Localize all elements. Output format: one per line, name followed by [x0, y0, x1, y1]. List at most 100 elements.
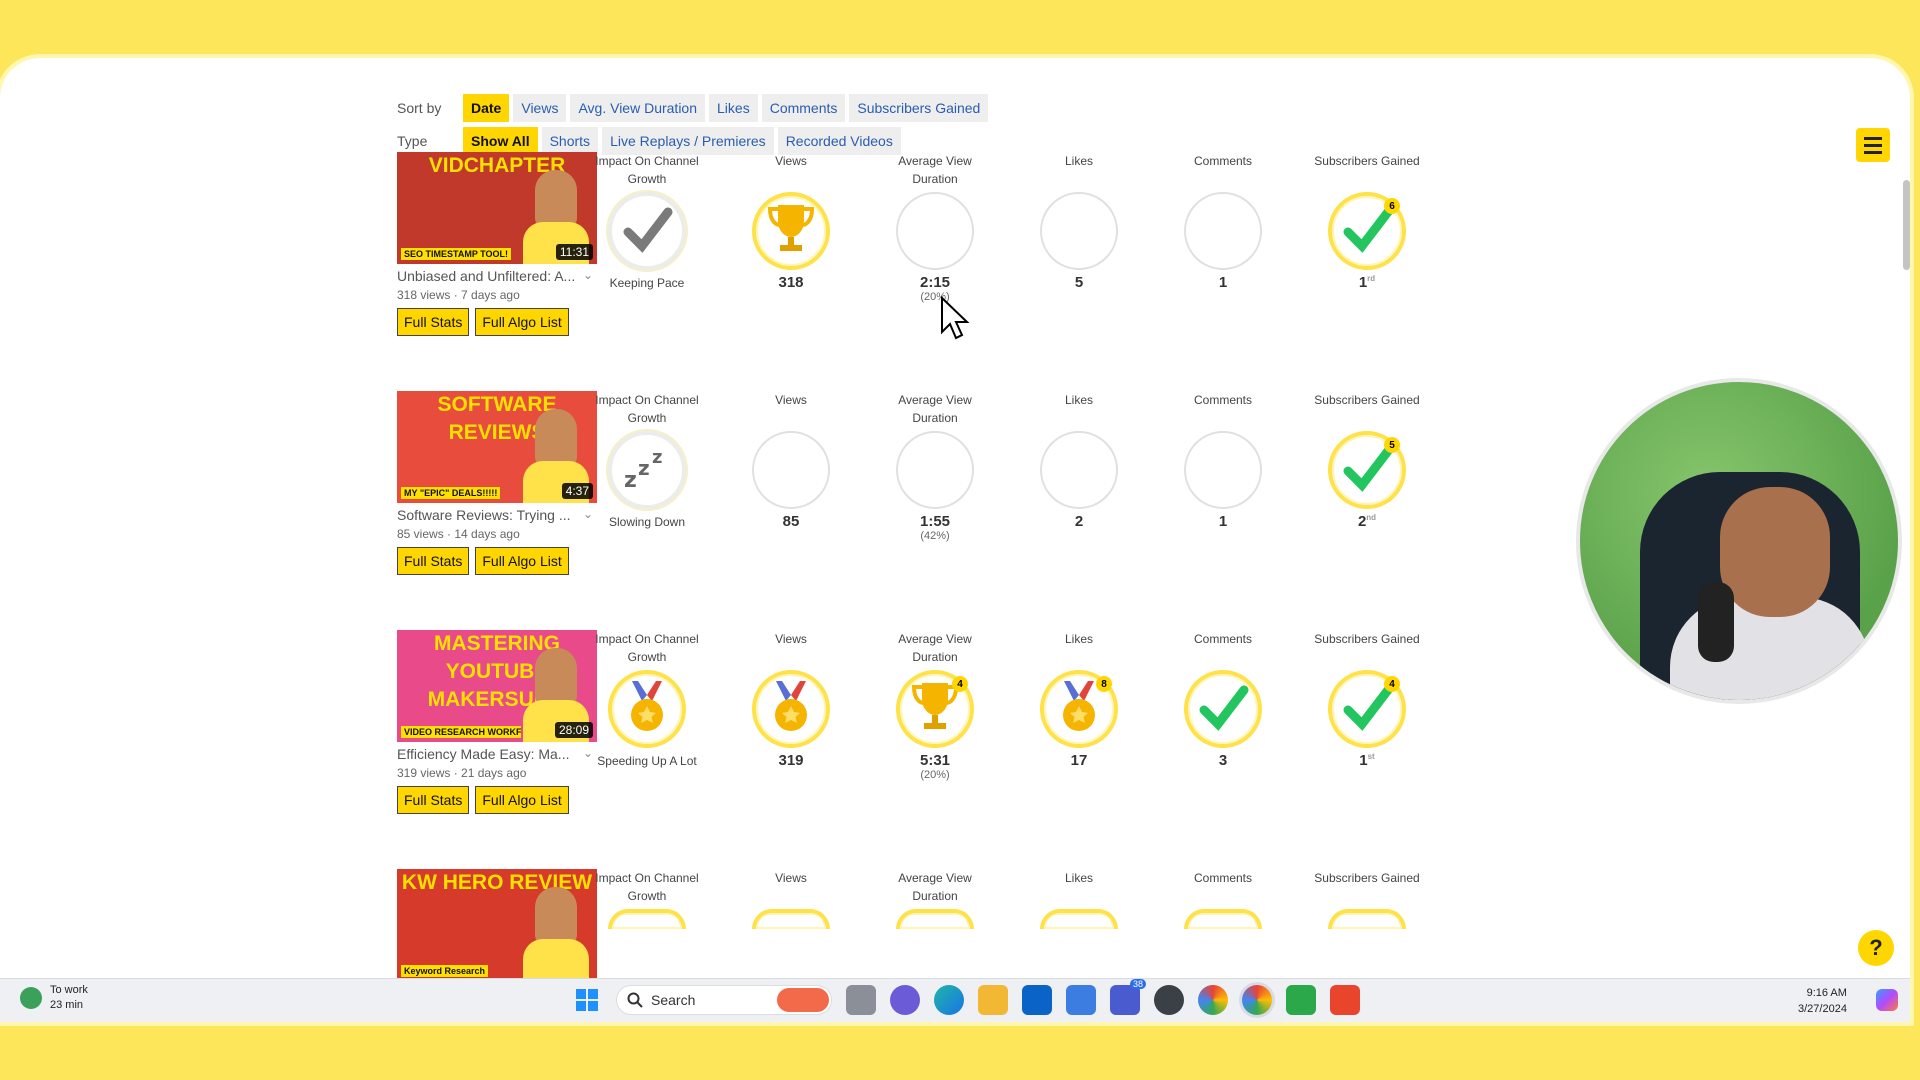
thumbnail-subtitle: Keyword Research — [401, 965, 489, 977]
sort-likes[interactable]: Likes — [709, 94, 758, 122]
metric-badge-circle[interactable] — [896, 909, 974, 929]
metric-badge-circle[interactable] — [608, 909, 686, 929]
metric-avd: Average View Duration 2:15 (20%) — [875, 152, 995, 303]
metric-badge-circle[interactable]: 5 — [1328, 431, 1406, 509]
search-highlight-icon — [777, 988, 829, 1012]
file-explorer-icon[interactable] — [978, 985, 1008, 1015]
full-stats-button[interactable]: Full Stats — [397, 308, 470, 336]
metric-comments: Comments 1 — [1163, 152, 1283, 291]
video-meta: 319 views · 21 days ago — [397, 766, 527, 780]
metric-badge-circle[interactable] — [1184, 431, 1262, 509]
metric-badge-circle[interactable]: 4 — [896, 670, 974, 748]
metric-likes: Likes — [1019, 869, 1139, 929]
metric-label: Impact On Channel Growth — [595, 632, 699, 664]
clock-date: 3/27/2024 — [1798, 1003, 1847, 1015]
chat-icon[interactable] — [890, 985, 920, 1015]
copilot-icon[interactable] — [1876, 989, 1898, 1011]
teams-icon[interactable]: 38 — [1110, 979, 1146, 1015]
metric-comments: Comments 3 — [1163, 630, 1283, 769]
medal-icon — [768, 679, 814, 740]
outlook-icon[interactable] — [1022, 985, 1052, 1015]
metric-label: Average View Duration — [898, 393, 972, 425]
sleep-zzz-icon: zzz — [620, 441, 674, 500]
help-button[interactable]: ? — [1858, 930, 1894, 966]
metric-badge-circle[interactable] — [752, 670, 830, 748]
video-title[interactable]: Unbiased and Unfiltered: A... — [397, 268, 597, 284]
type-shorts[interactable]: Shorts — [541, 127, 599, 155]
metric-subs: Subscribers Gained 5 2nd — [1307, 391, 1427, 530]
metric-value: 5:31 — [919, 752, 951, 769]
task-view-icon[interactable] — [846, 985, 876, 1015]
dell-icon[interactable] — [1154, 985, 1184, 1015]
metric-label: Views — [775, 393, 807, 407]
camtasia-icon[interactable] — [1286, 985, 1316, 1015]
metric-badge-circle[interactable] — [896, 431, 974, 509]
metric-badge-circle[interactable] — [608, 192, 686, 270]
weather-widget[interactable]: To work 23 min — [20, 983, 88, 1013]
metric-label: Impact On Channel Growth — [595, 393, 699, 425]
metric-subs: Subscribers Gained 4 1st — [1307, 630, 1427, 769]
metric-badge-circle[interactable]: 6 — [1328, 192, 1406, 270]
taskbar-clock[interactable]: 9:16 AM 3/27/2024 — [1798, 985, 1847, 1017]
sort-subscribers-gained[interactable]: Subscribers Gained — [849, 94, 989, 122]
video-thumbnail[interactable]: VIDCHAPTER SEO TIMESTAMP TOOL! 11:31 — [397, 152, 597, 264]
metric-value: 5 — [1074, 274, 1084, 291]
snagit-icon[interactable] — [1330, 985, 1360, 1015]
type-live-replays[interactable]: Live Replays / Premieres — [602, 127, 774, 155]
video-title[interactable]: Efficiency Made Easy: Ma... — [397, 746, 597, 762]
hamburger-menu-icon[interactable] — [1856, 128, 1890, 162]
metric-badge-circle[interactable] — [1184, 670, 1262, 748]
metric-badge-circle[interactable] — [1040, 431, 1118, 509]
full-algo-list-button[interactable]: Full Algo List — [475, 547, 569, 575]
type-show-all[interactable]: Show All — [463, 127, 538, 155]
sort-date[interactable]: Date — [463, 94, 510, 122]
video-thumbnail[interactable]: SOFTWARE REVIEWS MY "EPIC" DEALS!!!!! 4:37 — [397, 391, 597, 503]
scrollbar[interactable] — [1903, 180, 1910, 270]
full-algo-list-button[interactable]: Full Algo List — [475, 786, 569, 814]
metric-badge-circle[interactable] — [896, 192, 974, 270]
sort-views[interactable]: Views — [513, 94, 567, 122]
metric-badge-circle[interactable]: 4 — [1328, 670, 1406, 748]
metric-badge-circle[interactable]: 8 — [1040, 670, 1118, 748]
store-icon[interactable] — [1066, 985, 1096, 1015]
metric-badge-circle[interactable] — [752, 909, 830, 929]
metric-badge-circle[interactable] — [1040, 909, 1118, 929]
thumbnail-subtitle: VIDEO RESEARCH WORKFLOW! — [401, 726, 521, 738]
video-thumbnail[interactable]: MASTERING YOUTUBE MAKERSUITE VIDEO RESEAR… — [397, 630, 597, 742]
video-thumbnail[interactable]: KW HERO REVIEW Keyword Research — [397, 869, 597, 981]
edge-icon[interactable] — [934, 985, 964, 1015]
sort-comments[interactable]: Comments — [761, 94, 846, 122]
metric-badge-circle[interactable]: zzz — [608, 431, 686, 509]
metric-label: Views — [775, 632, 807, 646]
metric-views: Views — [731, 869, 851, 929]
metric-likes: Likes 8 17 — [1019, 630, 1139, 769]
svg-text:z: z — [652, 447, 662, 468]
filter-panel: Sort by Date Views Avg. View Duration Li… — [397, 93, 992, 159]
metric-badge-circle[interactable] — [752, 192, 830, 270]
video-title[interactable]: Software Reviews: Trying ... — [397, 507, 597, 523]
thumbnail-subtitle: SEO TIMESTAMP TOOL! — [401, 248, 512, 260]
chrome-active-icon[interactable] — [1242, 985, 1272, 1015]
metric-value: 85 — [782, 513, 800, 530]
svg-text:z: z — [638, 456, 650, 480]
metric-label: Subscribers Gained — [1314, 154, 1420, 168]
type-recorded-videos[interactable]: Recorded Videos — [777, 127, 901, 155]
impact-status: Keeping Pace — [609, 276, 685, 290]
metric-label: Impact On Channel Growth — [595, 871, 699, 903]
taskbar-search[interactable]: Search — [616, 985, 832, 1015]
full-algo-list-button[interactable]: Full Algo List — [475, 308, 569, 336]
metric-badge-circle[interactable] — [1184, 909, 1262, 929]
chrome-icon[interactable] — [1198, 985, 1228, 1015]
metric-label: Likes — [1064, 154, 1093, 168]
metric-badge-circle[interactable] — [1040, 192, 1118, 270]
windows-start-icon[interactable] — [572, 985, 602, 1015]
full-stats-button[interactable]: Full Stats — [397, 547, 470, 575]
full-stats-button[interactable]: Full Stats — [397, 786, 470, 814]
metric-badge-circle[interactable] — [752, 431, 830, 509]
traffic-icon — [20, 987, 42, 1009]
metric-badge-circle[interactable] — [608, 670, 686, 748]
metric-impact: Impact On Channel Growth z z z Slowing Down — [587, 391, 707, 531]
sort-avg-view-duration[interactable]: Avg. View Duration — [570, 94, 706, 122]
metric-badge-circle[interactable] — [1328, 909, 1406, 929]
metric-badge-circle[interactable] — [1184, 192, 1262, 270]
